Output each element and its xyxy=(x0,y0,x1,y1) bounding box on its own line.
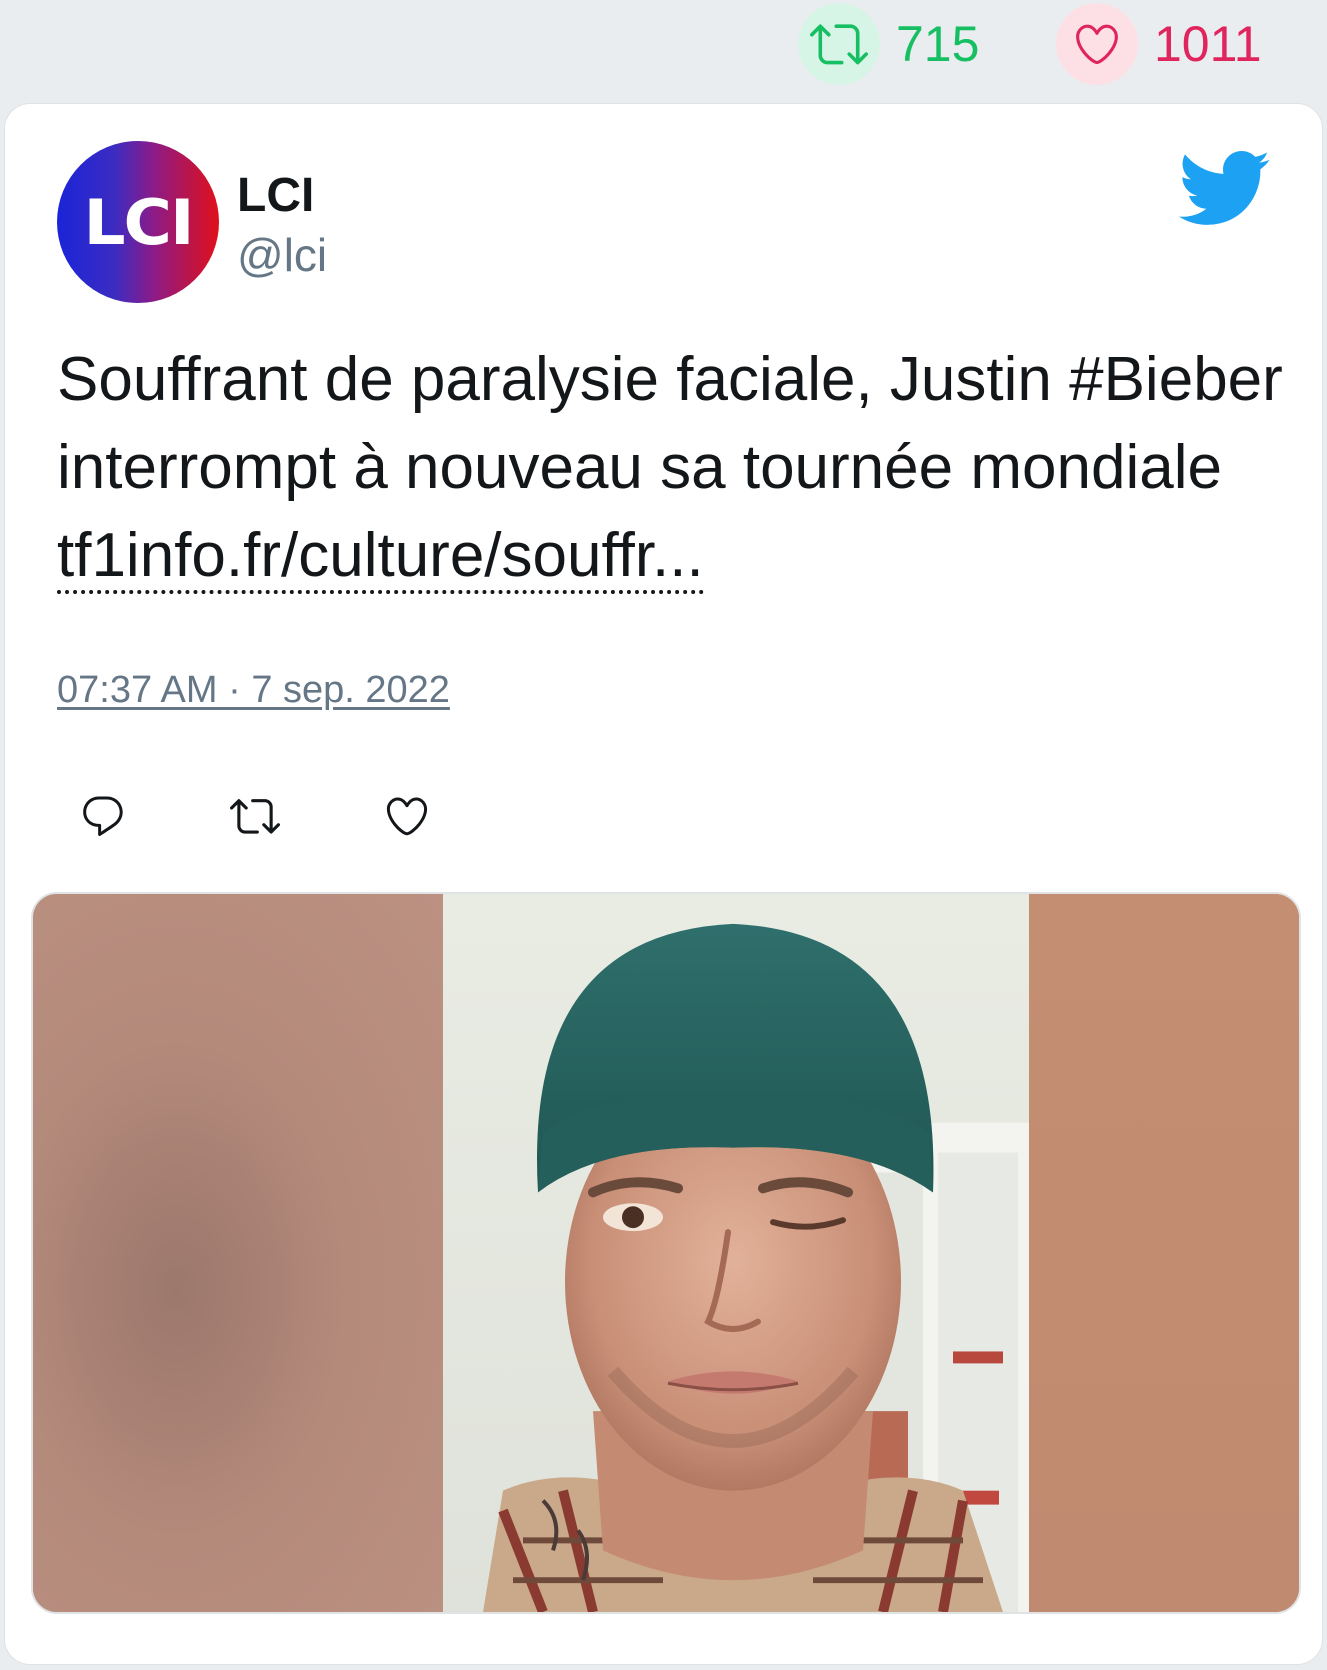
tweet-link[interactable]: tf1info.fr/culture/souffr... xyxy=(57,521,704,594)
tweet-actions xyxy=(77,790,433,842)
avatar[interactable]: LCI xyxy=(57,141,219,303)
tweet-text: Souffrant de paralysie faciale, Justin #… xyxy=(57,336,1297,600)
author-handle[interactable]: @lci xyxy=(237,228,327,282)
media-blurred-background-right xyxy=(1025,894,1299,1612)
heart-icon[interactable] xyxy=(1056,3,1138,85)
retweet-action-icon[interactable] xyxy=(229,790,281,842)
author-name[interactable]: LCI xyxy=(237,168,314,223)
like-stat[interactable]: 1011 xyxy=(1056,3,1262,85)
tweet-timestamp[interactable]: 07:37 AM · 7 sep. 2022 xyxy=(57,669,450,712)
tweet-media-image[interactable] xyxy=(31,892,1301,1614)
like-icon[interactable] xyxy=(381,790,433,842)
retweet-icon[interactable] xyxy=(798,3,880,85)
like-count: 1011 xyxy=(1154,16,1262,72)
tweet-body: Souffrant de paralysie faciale, Justin #… xyxy=(57,345,1283,502)
reply-icon[interactable] xyxy=(77,790,129,842)
media-photo-portrait xyxy=(443,894,1029,1612)
retweet-count: 715 xyxy=(896,16,980,72)
tweet-card[interactable]: LCI LCI @lci Souffrant de paralysie faci… xyxy=(4,103,1323,1665)
retweet-stat[interactable]: 715 xyxy=(798,3,980,85)
twitter-bird-icon[interactable] xyxy=(1175,148,1271,228)
media-blurred-background-left xyxy=(33,894,443,1612)
avatar-logo-text: LCI xyxy=(83,185,194,259)
engagement-stats-bar: 715 1011 xyxy=(0,0,1327,100)
